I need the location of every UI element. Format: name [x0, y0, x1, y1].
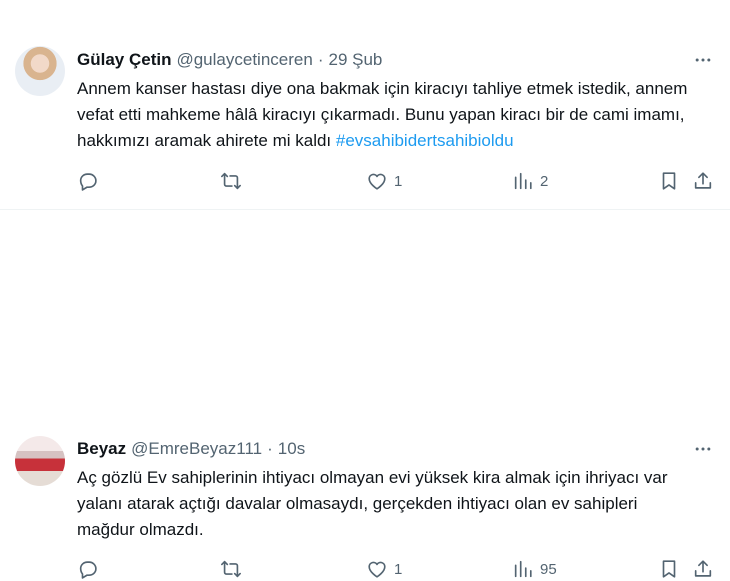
reply-icon [79, 173, 97, 191]
tweet-content: Gülay Çetin @gulaycetinceren · 29 Şub An… [77, 48, 715, 154]
tweet-body: Aç gözlü Ev sahiplerinin ihtiyacı olmaya… [77, 468, 668, 539]
action-bar: 1 95 [77, 557, 715, 581]
reply-icon [79, 561, 97, 579]
bookmark-button[interactable] [658, 558, 680, 580]
user-handle[interactable]: @gulaycetinceren [176, 50, 312, 70]
tweet[interactable]: Beyaz @EmreBeyaz111 · 10s Aç gözlü Ev sa… [0, 210, 730, 579]
action-bar: 1 2 [77, 169, 715, 193]
bookmark-icon [662, 560, 676, 578]
more-icon[interactable] [691, 437, 715, 461]
heart-icon [368, 561, 386, 578]
like-count: 1 [394, 560, 403, 578]
retweet-button[interactable] [220, 170, 248, 192]
retweet-button[interactable] [220, 558, 248, 580]
avatar[interactable] [15, 46, 65, 96]
timestamp[interactable]: 29 Şub [328, 50, 382, 70]
tweet-header: Gülay Çetin @gulaycetinceren · 29 Şub [77, 48, 715, 72]
separator-dot: · [317, 50, 324, 69]
timestamp[interactable]: 10s [278, 439, 305, 459]
reply-button[interactable] [77, 170, 105, 192]
share-icon [694, 560, 712, 577]
view-count: 95 [540, 560, 557, 578]
share-button[interactable] [692, 558, 714, 580]
share-button[interactable] [692, 170, 714, 192]
bookmark-icon [662, 172, 676, 190]
retweet-icon [221, 560, 241, 578]
separator-dot: · [267, 439, 273, 458]
display-name[interactable]: Beyaz [77, 439, 126, 459]
tweet-header: Beyaz @EmreBeyaz111 · 10s [77, 437, 715, 461]
tweet-content: Beyaz @EmreBeyaz111 · 10s Aç gözlü Ev sa… [77, 437, 715, 543]
like-button[interactable]: 1 [366, 170, 402, 192]
like-count: 1 [394, 172, 403, 190]
views-button[interactable]: 2 [512, 170, 548, 192]
views-icon [514, 560, 532, 578]
tweet-text: Annem kanser hastası diye ona bakmak içi… [77, 76, 697, 154]
view-count: 2 [540, 172, 549, 190]
display-name[interactable]: Gülay Çetin [77, 50, 171, 70]
hashtag-link[interactable]: #evsahibidertsahibioldu [336, 131, 514, 150]
views-button[interactable]: 95 [512, 558, 557, 580]
retweet-icon [221, 172, 241, 190]
reply-button[interactable] [77, 558, 105, 580]
avatar[interactable] [15, 436, 65, 486]
bookmark-button[interactable] [658, 170, 680, 192]
tweet[interactable]: Gülay Çetin @gulaycetinceren · 29 Şub An… [0, 0, 730, 210]
heart-icon [368, 173, 386, 190]
more-icon[interactable] [691, 48, 715, 72]
views-icon [514, 172, 532, 190]
share-icon [694, 172, 712, 189]
user-handle[interactable]: @EmreBeyaz111 [131, 439, 262, 459]
tweet-text: Aç gözlü Ev sahiplerinin ihtiyacı olmaya… [77, 465, 697, 543]
like-button[interactable]: 1 [366, 558, 402, 580]
